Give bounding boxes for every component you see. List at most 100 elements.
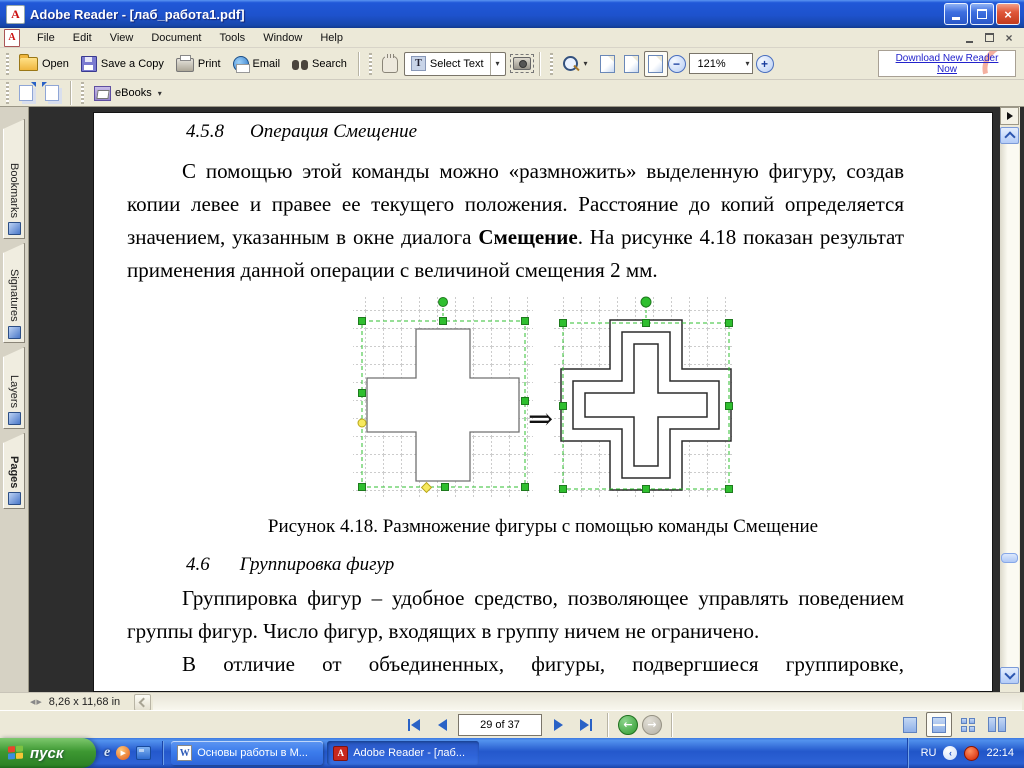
pdf-page[interactable]: 4.5.8 Операция Смещение С помощью этой ко…	[93, 112, 993, 692]
open-button[interactable]: Open	[13, 53, 75, 75]
toolbar-grip[interactable]	[6, 82, 9, 104]
task-adobe-reader[interactable]: A Adobe Reader - [лаб...	[327, 741, 480, 765]
toolbar-separator	[357, 51, 360, 76]
continuous-facing-button[interactable]	[955, 712, 981, 737]
email-button[interactable]: Email	[227, 52, 287, 76]
continuous-button[interactable]	[926, 712, 952, 737]
facing-button[interactable]	[984, 712, 1010, 737]
adobe-reader-icon: A	[6, 4, 25, 24]
bookmarks-icon	[7, 222, 21, 235]
restore-button[interactable]	[970, 3, 994, 25]
word-document-icon: W	[177, 745, 193, 761]
page-icon	[600, 54, 616, 73]
save-a-copy-button[interactable]: Save a Copy	[75, 52, 170, 76]
close-button[interactable]: ×	[996, 3, 1020, 25]
internet-explorer-icon[interactable]: e	[104, 745, 110, 761]
email-globe-icon	[232, 55, 250, 73]
doc-minimize-button[interactable]	[960, 30, 978, 45]
page-navigation-group: 29 of 37 ← →	[402, 712, 678, 737]
tab-signatures[interactable]: Signatures	[3, 243, 25, 343]
tray-app-icon[interactable]	[964, 745, 980, 761]
scroll-down-button[interactable]	[1000, 667, 1019, 684]
restore-icon	[984, 33, 994, 42]
first-page-button[interactable]	[402, 714, 426, 736]
scroll-left-button[interactable]	[134, 693, 152, 711]
pane-splitter-icon[interactable]: ◀▶	[30, 698, 43, 706]
section-heading-4-6: 4.6 Группировка фигур	[186, 554, 395, 575]
menu-tools[interactable]: Tools	[211, 30, 255, 46]
tray-collapse-icon[interactable]: ‹	[943, 746, 958, 760]
menu-help[interactable]: Help	[311, 30, 352, 46]
download-new-reader-ad[interactable]: Download New Reader Now	[878, 50, 1016, 77]
toolbar-grip[interactable]	[81, 82, 84, 104]
vertical-scroll-track[interactable]	[1000, 144, 1019, 667]
continuous-facing-icon	[961, 717, 975, 732]
download-link-line1[interactable]: Download New Reader	[896, 53, 999, 64]
next-page-button[interactable]	[546, 714, 570, 736]
tab-pages[interactable]: Pages	[3, 433, 25, 509]
print-button[interactable]: Print	[170, 51, 227, 76]
chevron-down-icon: ▾	[583, 59, 588, 68]
menu-edit[interactable]: Edit	[64, 30, 101, 46]
vertical-scroll-thumb[interactable]	[1001, 553, 1018, 563]
toolbar-grip[interactable]	[549, 52, 553, 75]
select-text-control: T Select Text ▾	[403, 51, 506, 76]
task-word-document[interactable]: W Основы работы в М...	[171, 741, 324, 765]
tab-layers[interactable]: Layers	[3, 347, 25, 429]
download-link-line2[interactable]: Now	[937, 64, 957, 75]
single-page-button[interactable]	[897, 712, 923, 737]
zoom-in-button[interactable]: +	[755, 54, 774, 73]
page-number-field[interactable]: 29 of 37	[458, 713, 542, 736]
horizontal-scroll-track[interactable]	[153, 694, 1022, 710]
language-indicator[interactable]: RU	[921, 747, 937, 759]
doc-close-button[interactable]: ×	[1000, 30, 1018, 45]
tab-bookmarks[interactable]: Bookmarks	[3, 119, 25, 239]
open-folder-icon	[19, 53, 38, 71]
figure-diagram: ⇒	[353, 295, 733, 497]
secondary-toolbar: eBooks ▾	[0, 80, 1024, 107]
scrollbar-options-button[interactable]	[1000, 107, 1019, 125]
page-icon	[648, 54, 664, 73]
previous-view-button[interactable]: ←	[618, 714, 638, 735]
zoom-in-tool-button[interactable]: ▾	[557, 52, 596, 75]
toolbar-separator	[70, 81, 72, 105]
fit-page-button[interactable]	[620, 51, 644, 77]
select-text-dropdown[interactable]: ▾	[489, 52, 505, 75]
ebooks-button[interactable]: eBooks ▾	[88, 82, 170, 105]
single-page-icon	[903, 716, 917, 733]
minimize-button[interactable]	[944, 3, 968, 25]
hand-tool-button[interactable]	[376, 50, 404, 77]
zoom-out-button[interactable]: −	[667, 54, 686, 73]
previous-page-button[interactable]	[430, 714, 454, 736]
actual-size-button[interactable]	[596, 51, 620, 77]
toolbar-grip[interactable]	[368, 52, 372, 75]
hand-tool-icon	[381, 54, 398, 73]
toolbar-grip[interactable]	[6, 52, 9, 75]
quick-launch-app-icon[interactable]	[136, 746, 152, 760]
taskbar-divider	[162, 741, 165, 765]
transform-arrow: ⇒	[528, 402, 553, 437]
fit-width-button[interactable]	[643, 50, 668, 77]
select-text-button[interactable]: T Select Text	[405, 53, 490, 75]
vertical-scrollbar	[1000, 107, 1020, 692]
scroll-up-button[interactable]	[1000, 127, 1019, 144]
media-player-icon[interactable]: ▶	[116, 746, 131, 760]
triangle-right-icon	[1006, 112, 1013, 120]
first-page-icon	[411, 718, 420, 731]
minimize-icon	[965, 40, 973, 43]
menu-document[interactable]: Document	[142, 30, 210, 46]
menu-file[interactable]: File	[28, 30, 64, 46]
previous-view-button[interactable]	[13, 81, 39, 105]
last-page-button[interactable]	[574, 714, 598, 736]
next-view-button[interactable]	[39, 81, 65, 105]
menu-window[interactable]: Window	[254, 30, 311, 46]
chevron-down-icon: ▾	[157, 88, 162, 98]
next-view-button[interactable]: →	[642, 714, 662, 735]
status-bar: ◀▶ 8,26 x 11,68 in	[0, 692, 1024, 711]
menu-view[interactable]: View	[101, 30, 143, 46]
start-button[interactable]: пуск	[0, 738, 96, 768]
doc-restore-button[interactable]	[980, 30, 998, 45]
zoom-level-combo[interactable]: 121% ▾	[688, 53, 753, 74]
snapshot-tool-button[interactable]	[509, 54, 534, 73]
search-button[interactable]: Search	[286, 53, 353, 75]
